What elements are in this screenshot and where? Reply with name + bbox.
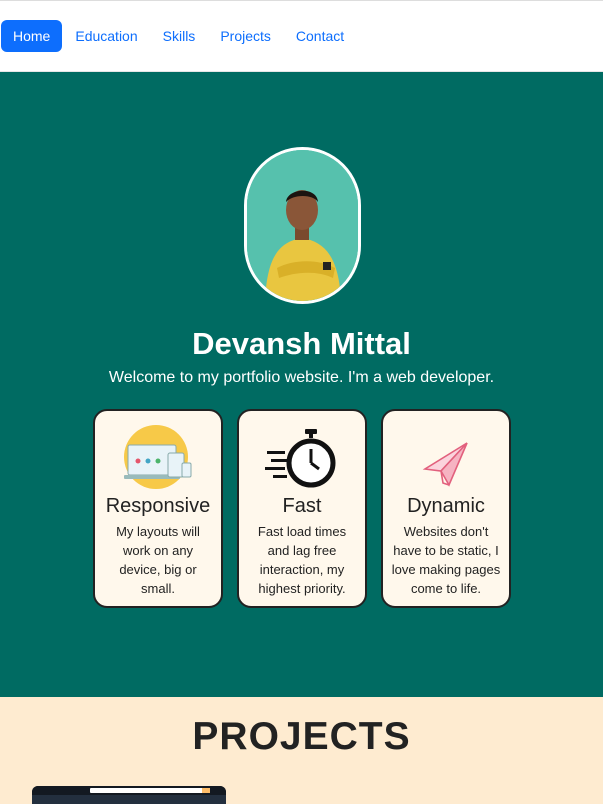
nav-skills[interactable]: Skills (151, 20, 208, 52)
feature-title: Dynamic (407, 495, 485, 517)
top-navbar: Home Education Skills Projects Contact (0, 0, 603, 72)
feature-desc: Websites don't have to be static, I love… (391, 524, 501, 596)
feature-title: Responsive (105, 495, 211, 517)
nav-projects[interactable]: Projects (208, 20, 283, 52)
hero-tagline: Welcome to my portfolio website. I'm a w… (108, 369, 495, 386)
nav-education[interactable]: Education (63, 20, 149, 52)
nav-home[interactable]: Home (1, 20, 63, 52)
projects-section: PROJECTS (0, 697, 603, 804)
profile-photo (244, 147, 361, 304)
hero-section: Devansh Mittal Welcome to my portfolio w… (0, 72, 603, 697)
feature-card-responsive: Responsive My layouts will work on any d… (93, 409, 223, 608)
stopwatch-icon (239, 411, 365, 489)
feature-title: Fast (282, 495, 322, 517)
devices-icon (95, 411, 221, 489)
nav-contact[interactable]: Contact (284, 20, 356, 52)
feature-card-fast: Fast Fast load times and lag free intera… (237, 409, 367, 608)
feature-desc: My layouts will work on any device, big … (116, 524, 200, 596)
projects-heading: PROJECTS (192, 715, 411, 758)
hero-name: Devansh Mittal (192, 326, 411, 361)
feature-desc: Fast load times and lag free interaction… (257, 524, 347, 596)
project-thumbnail[interactable] (32, 786, 226, 804)
feature-card-dynamic: Dynamic Websites don't have to be static… (381, 409, 511, 608)
paper-plane-icon (383, 411, 509, 489)
